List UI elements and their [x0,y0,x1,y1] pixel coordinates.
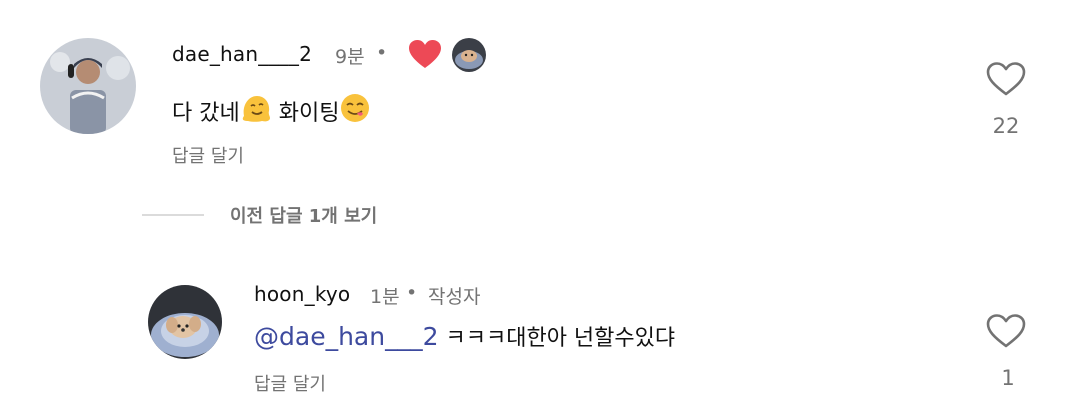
reply-meta-separator: • [406,282,418,304]
reply-reply-button[interactable]: 답글 달기 [254,370,326,396]
reply-text: @dae_han___2 ㅋㅋㅋ대한아 넌할수있댜 [254,320,675,357]
reply-timestamp: 1분 [370,286,400,308]
reply-mention-link[interactable]: @dae_han___2 [254,322,439,351]
face-savoring-food-icon [339,92,371,136]
creator-liked-heart-icon [408,39,442,69]
comment-text-part1: 다 갔네 [172,101,240,126]
comment-timestamp: 9분 [335,46,365,68]
meta-separator: • [376,42,388,64]
replier-username[interactable]: hoon_kyo [254,282,350,306]
melting-face-icon [240,92,272,136]
reply-like-count: 1 [1001,366,1015,390]
commenter-username[interactable]: dae_han____2 [172,42,312,66]
replies-divider [142,214,204,216]
creator-mini-avatar [452,38,486,72]
comment-reply-button[interactable]: 답글 달기 [172,142,244,168]
comment-text-part2: 화이팅 [271,101,340,126]
comment-like-icon[interactable] [986,61,1026,97]
comment-text: 다 갔네 화이팅 [172,92,371,128]
replier-avatar[interactable] [148,285,222,359]
author-badge: 작성자 [428,286,481,308]
reply-text-body: ㅋㅋㅋ대한아 넌할수있댜 [438,326,676,351]
commenter-avatar[interactable] [40,38,136,134]
view-previous-replies-button[interactable]: 이전 답글 1개 보기 [230,202,377,228]
comment-like-count: 22 [992,114,1020,138]
reply-like-icon[interactable] [986,313,1026,349]
